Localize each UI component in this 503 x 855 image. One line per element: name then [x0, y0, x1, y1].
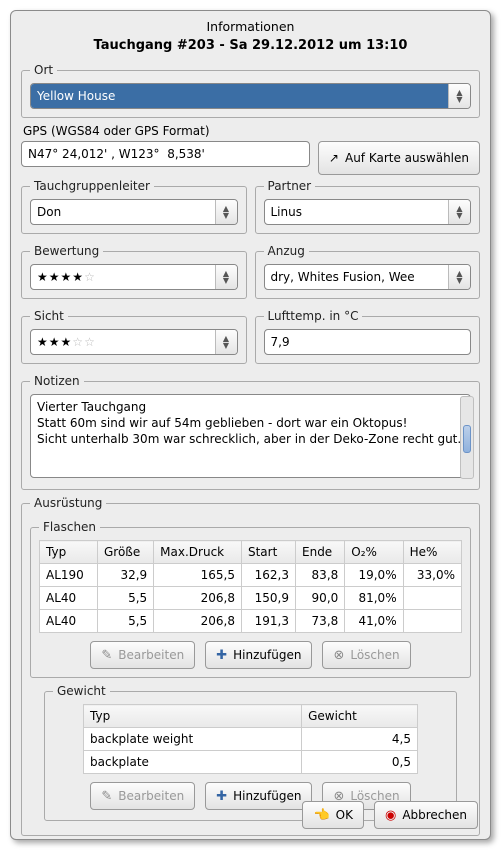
table-row[interactable]: AL19032,9165,5162,383,819,0%33,0% [40, 564, 462, 587]
visibility-stars: ★★★☆☆ [31, 330, 215, 354]
rating-dropdown[interactable]: ▲▼ [215, 265, 237, 289]
suit-value: dry, Whites Fusion, Wee [265, 265, 449, 289]
table-row[interactable]: backplate0,5 [84, 751, 418, 774]
gps-input[interactable] [21, 141, 310, 167]
table-header[interactable]: Start [241, 541, 295, 564]
table-header[interactable]: Max.Druck [154, 541, 242, 564]
air-temp-input[interactable] [264, 329, 472, 355]
cancel-button[interactable]: ◉Abbrechen [374, 801, 478, 829]
chevron-down-icon: ▼ [456, 96, 462, 103]
delete-icon: ⊗ [333, 649, 344, 662]
divemaster-combo[interactable]: Don ▲▼ [30, 199, 238, 225]
table-row[interactable]: backplate weight4,5 [84, 728, 418, 751]
suit-combo[interactable]: dry, Whites Fusion, Wee ▲▼ [264, 264, 472, 290]
table-header[interactable]: He% [403, 541, 461, 564]
cancel-icon: ◉ [385, 809, 396, 822]
visibility-group: Sicht ★★★☆☆ ▲▼ [21, 309, 247, 364]
air-temp-legend: Lufttemp. in °C [264, 309, 363, 323]
buddy-dropdown[interactable]: ▲▼ [448, 200, 470, 224]
table-row[interactable]: AL405,5206,8150,990,081,0% [40, 587, 462, 610]
location-input[interactable] [31, 84, 448, 108]
pencil-icon: ✎ [101, 649, 112, 662]
location-group: Ort ▲▼ [21, 63, 480, 118]
weights-legend: Gewicht [53, 684, 110, 698]
wt-edit-button[interactable]: ✎Bearbeiten [90, 782, 195, 810]
air-temp-group: Lufttemp. in °C [255, 309, 481, 364]
cylinders-legend: Flaschen [39, 520, 100, 534]
divemaster-legend: Tauchgruppenleiter [30, 179, 154, 193]
equipment-group: Ausrüstung Flaschen TypGrößeMax.DruckSta… [21, 496, 480, 836]
divemaster-group: Tauchgruppenleiter Don ▲▼ [21, 179, 247, 234]
notes-group: Notizen [21, 374, 480, 490]
table-header[interactable]: Typ [40, 541, 98, 564]
gps-label: GPS (WGS84 oder GPS Format) [23, 124, 480, 138]
plus-icon: ✚ [216, 790, 227, 803]
visibility-combo[interactable]: ★★★☆☆ ▲▼ [30, 329, 238, 355]
cyl-delete-button[interactable]: ⊗Löschen [322, 641, 410, 669]
cyl-edit-button[interactable]: ✎Bearbeiten [90, 641, 195, 669]
visibility-legend: Sicht [30, 309, 68, 323]
buddy-legend: Partner [264, 179, 316, 193]
location-combo[interactable]: ▲▼ [30, 83, 471, 109]
divemaster-value: Don [31, 200, 215, 224]
cylinders-table[interactable]: TypGrößeMax.DruckStartEndeO₂%He% AL19032… [39, 540, 462, 633]
cylinders-group: Flaschen TypGrößeMax.DruckStartEndeO₂%He… [30, 520, 471, 678]
table-row[interactable]: AL405,5206,8191,373,841,0% [40, 610, 462, 633]
table-header[interactable]: Größe [97, 541, 153, 564]
suit-legend: Anzug [264, 244, 309, 258]
table-header[interactable]: O₂% [345, 541, 403, 564]
table-header[interactable]: Typ [84, 705, 302, 728]
rating-stars: ★★★★☆ [31, 265, 215, 289]
window-title: Informationen [21, 17, 480, 38]
ok-button[interactable]: 👈OK [302, 801, 364, 829]
plus-icon: ✚ [216, 649, 227, 662]
rating-legend: Bewertung [30, 244, 103, 258]
notes-textarea[interactable] [30, 394, 471, 478]
buddy-combo[interactable]: Linus ▲▼ [264, 199, 472, 225]
buddy-value: Linus [265, 200, 449, 224]
dive-subtitle: Tauchgang #203 - Sa 29.12.2012 um 13:10 [21, 38, 480, 59]
notes-legend: Notizen [30, 374, 84, 388]
table-header[interactable]: Ende [296, 541, 345, 564]
map-pointer-icon: ↗ [329, 152, 339, 164]
location-legend: Ort [30, 63, 57, 77]
buddy-group: Partner Linus ▲▼ [255, 179, 481, 234]
table-header[interactable]: Gewicht [302, 705, 418, 728]
divemaster-dropdown[interactable]: ▲▼ [215, 200, 237, 224]
rating-group: Bewertung ★★★★☆ ▲▼ [21, 244, 247, 299]
suit-group: Anzug dry, Whites Fusion, Wee ▲▼ [255, 244, 481, 299]
weights-table[interactable]: TypGewicht backplate weight4,5backplate0… [83, 704, 418, 774]
visibility-dropdown[interactable]: ▲▼ [215, 330, 237, 354]
location-dropdown[interactable]: ▲▼ [448, 84, 470, 108]
map-select-label: Auf Karte auswählen [345, 151, 469, 165]
pencil-icon: ✎ [101, 790, 112, 803]
map-select-button[interactable]: ↗ Auf Karte auswählen [318, 141, 480, 175]
wt-add-button[interactable]: ✚Hinzufügen [205, 782, 312, 810]
notes-scrollbar[interactable] [460, 396, 474, 479]
rating-combo[interactable]: ★★★★☆ ▲▼ [30, 264, 238, 290]
suit-dropdown[interactable]: ▲▼ [448, 265, 470, 289]
equipment-legend: Ausrüstung [30, 496, 106, 510]
ok-icon: 👈 [313, 809, 329, 822]
cyl-add-button[interactable]: ✚Hinzufügen [205, 641, 312, 669]
